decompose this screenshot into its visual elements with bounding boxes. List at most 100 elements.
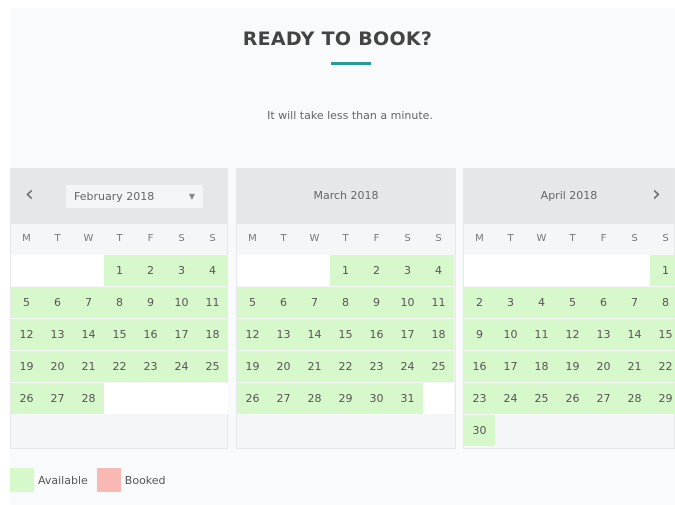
day-cell[interactable]: 9 (361, 287, 392, 318)
empty-cell (526, 255, 557, 286)
day-cell[interactable]: 13 (588, 319, 619, 350)
day-cell[interactable]: 1 (104, 255, 135, 286)
day-cell[interactable]: 17 (166, 319, 197, 350)
day-cell[interactable]: 14 (619, 319, 650, 350)
day-cell[interactable]: 31 (392, 383, 423, 414)
day-cell[interactable]: 15 (330, 319, 361, 350)
day-cell[interactable]: 19 (557, 351, 588, 382)
day-cell[interactable]: 15 (104, 319, 135, 350)
day-cell[interactable]: 29 (330, 383, 361, 414)
day-cell[interactable]: 19 (11, 351, 42, 382)
day-cell[interactable]: 9 (464, 319, 495, 350)
day-cell[interactable]: 16 (464, 351, 495, 382)
day-cell[interactable]: 14 (73, 319, 104, 350)
day-cell[interactable]: 24 (392, 351, 423, 382)
day-cell[interactable]: 8 (104, 287, 135, 318)
day-cell[interactable]: 21 (299, 351, 330, 382)
day-cell[interactable]: 26 (11, 383, 42, 414)
day-cell[interactable]: 22 (330, 351, 361, 382)
day-cell[interactable]: 22 (104, 351, 135, 382)
day-cell[interactable]: 21 (619, 351, 650, 382)
day-cell[interactable]: 18 (423, 319, 454, 350)
day-cell[interactable]: 18 (197, 319, 228, 350)
day-cell[interactable]: 16 (361, 319, 392, 350)
day-cell[interactable]: 25 (423, 351, 454, 382)
empty-cell (268, 415, 299, 446)
day-cell[interactable]: 2 (135, 255, 166, 286)
day-cell[interactable]: 23 (464, 383, 495, 414)
day-cell[interactable]: 2 (464, 287, 495, 318)
day-cell[interactable]: 2 (361, 255, 392, 286)
calendar-week: 16 17 18 19 20 21 22 (464, 351, 675, 383)
empty-cell (423, 415, 454, 446)
day-cell[interactable]: 16 (135, 319, 166, 350)
day-cell[interactable]: 27 (268, 383, 299, 414)
day-cell[interactable]: 12 (557, 319, 588, 350)
day-cell[interactable]: 14 (299, 319, 330, 350)
day-cell[interactable]: 21 (73, 351, 104, 382)
day-cell[interactable]: 4 (423, 255, 454, 286)
day-cell[interactable]: 20 (268, 351, 299, 382)
day-cell[interactable]: 12 (11, 319, 42, 350)
day-cell[interactable]: 4 (197, 255, 228, 286)
day-cell[interactable]: 11 (197, 287, 228, 318)
day-cell[interactable]: 24 (495, 383, 526, 414)
day-cell[interactable]: 12 (237, 319, 268, 350)
day-cell[interactable]: 6 (268, 287, 299, 318)
empty-cell (495, 255, 526, 286)
day-cell[interactable]: 25 (197, 351, 228, 382)
day-cell[interactable]: 3 (166, 255, 197, 286)
day-cell[interactable]: 11 (526, 319, 557, 350)
day-cell[interactable]: 4 (526, 287, 557, 318)
day-cell[interactable]: 3 (392, 255, 423, 286)
day-cell[interactable]: 18 (526, 351, 557, 382)
day-cell[interactable]: 1 (650, 255, 675, 286)
day-cell[interactable]: 24 (166, 351, 197, 382)
day-cell[interactable]: 28 (73, 383, 104, 414)
day-cell[interactable]: 5 (237, 287, 268, 318)
day-cell[interactable]: 19 (237, 351, 268, 382)
day-cell[interactable]: 23 (361, 351, 392, 382)
calendar-week (237, 415, 454, 447)
day-cell[interactable]: 28 (299, 383, 330, 414)
day-cell[interactable]: 20 (42, 351, 73, 382)
day-cell[interactable]: 7 (299, 287, 330, 318)
day-cell[interactable]: 30 (464, 415, 495, 446)
day-cell[interactable]: 7 (73, 287, 104, 318)
day-cell[interactable]: 17 (392, 319, 423, 350)
day-cell[interactable]: 7 (619, 287, 650, 318)
day-cell[interactable]: 1 (330, 255, 361, 286)
month-select[interactable]: February 2018 ▼ (66, 185, 203, 208)
day-cell[interactable]: 17 (495, 351, 526, 382)
day-cell[interactable]: 27 (42, 383, 73, 414)
day-cell[interactable]: 23 (135, 351, 166, 382)
day-cell[interactable]: 8 (650, 287, 675, 318)
day-cell[interactable]: 10 (392, 287, 423, 318)
day-cell[interactable]: 13 (42, 319, 73, 350)
day-cell[interactable]: 10 (495, 319, 526, 350)
day-cell[interactable]: 29 (650, 383, 675, 414)
day-cell[interactable]: 5 (557, 287, 588, 318)
day-cell[interactable]: 13 (268, 319, 299, 350)
day-cell[interactable]: 30 (361, 383, 392, 414)
day-cell[interactable]: 22 (650, 351, 675, 382)
day-cell[interactable]: 27 (588, 383, 619, 414)
day-cell[interactable]: 26 (557, 383, 588, 414)
chevron-right-icon[interactable]: › (652, 181, 661, 209)
day-cell[interactable]: 6 (42, 287, 73, 318)
booked-swatch (96, 468, 121, 492)
day-cell[interactable]: 9 (135, 287, 166, 318)
day-cell[interactable]: 8 (330, 287, 361, 318)
chevron-left-icon[interactable]: ‹ (25, 181, 34, 209)
day-cell[interactable]: 6 (588, 287, 619, 318)
day-cell[interactable]: 26 (237, 383, 268, 414)
empty-cell (423, 383, 454, 414)
day-cell[interactable]: 20 (588, 351, 619, 382)
day-cell[interactable]: 15 (650, 319, 675, 350)
day-cell[interactable]: 3 (495, 287, 526, 318)
day-cell[interactable]: 10 (166, 287, 197, 318)
day-cell[interactable]: 11 (423, 287, 454, 318)
day-cell[interactable]: 28 (619, 383, 650, 414)
day-cell[interactable]: 25 (526, 383, 557, 414)
day-cell[interactable]: 5 (11, 287, 42, 318)
